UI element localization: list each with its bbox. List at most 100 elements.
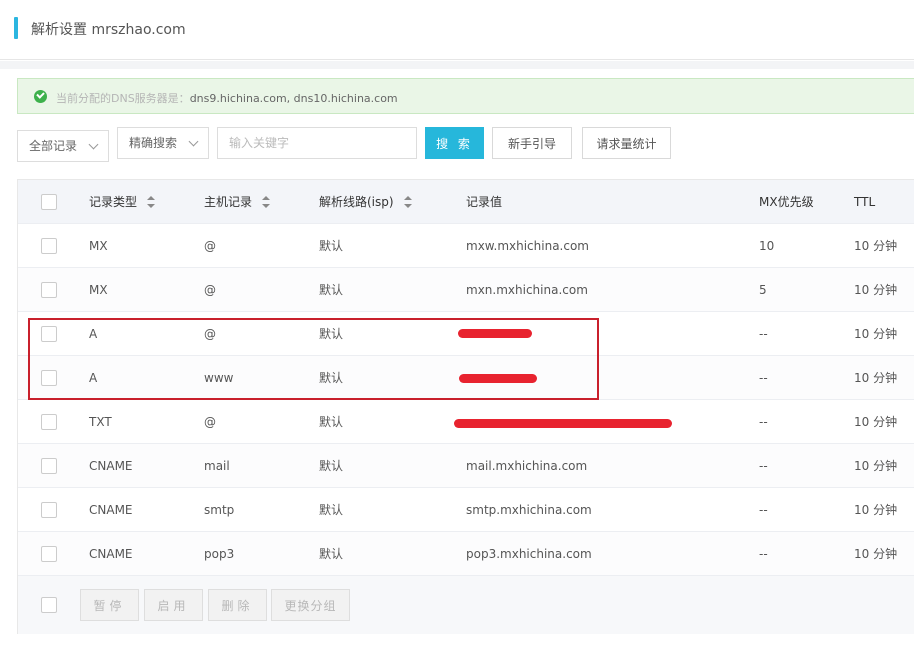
table-row: CNAME smtp 默认 smtp.mxhichina.com -- 10 分… bbox=[18, 488, 914, 532]
resolution-line: 默认 bbox=[319, 371, 344, 385]
ttl-value: 10 分钟 bbox=[854, 503, 898, 517]
redacted-record-value bbox=[459, 374, 537, 383]
enable-button[interactable]: 启用 bbox=[144, 589, 203, 621]
ttl-value: 10 分钟 bbox=[854, 327, 898, 341]
mx-priority: -- bbox=[759, 503, 768, 517]
row-checkbox[interactable] bbox=[41, 238, 57, 254]
keyword-search-input[interactable] bbox=[217, 127, 417, 159]
host-record: pop3 bbox=[204, 547, 235, 561]
column-header-line-label: 解析线路(isp) bbox=[319, 195, 394, 209]
resolution-line: 默认 bbox=[319, 239, 344, 253]
delete-button[interactable]: 删除 bbox=[208, 589, 267, 621]
row-checkbox[interactable] bbox=[41, 502, 57, 518]
record-type: TXT bbox=[89, 415, 112, 429]
ttl-value: 10 分钟 bbox=[854, 547, 898, 561]
host-record: @ bbox=[204, 415, 216, 429]
table-row: TXT @ 默认 -- 10 分钟 bbox=[18, 400, 914, 444]
table-row: MX @ 默认 mxn.mxhichina.com 5 10 分钟 bbox=[18, 268, 914, 312]
column-header-host[interactable]: 主机记录 bbox=[204, 180, 271, 224]
record-value: mxw.mxhichina.com bbox=[466, 239, 589, 253]
column-header-mx: MX优先级 bbox=[759, 195, 814, 209]
check-circle-icon bbox=[34, 90, 47, 103]
ttl-value: 10 分钟 bbox=[854, 283, 898, 297]
page-title: 解析设置 mrszhao.com bbox=[31, 22, 186, 38]
section-divider bbox=[0, 61, 914, 69]
ttl-value: 10 分钟 bbox=[854, 371, 898, 385]
host-record: @ bbox=[204, 283, 216, 297]
table-row: CNAME pop3 默认 pop3.mxhichina.com -- 10 分… bbox=[18, 532, 914, 576]
mx-priority: -- bbox=[759, 327, 768, 341]
footer-select-all-checkbox[interactable] bbox=[41, 597, 57, 613]
table-row: MX @ 默认 mxw.mxhichina.com 10 10 分钟 bbox=[18, 224, 914, 268]
search-mode-label: 精确搜索 bbox=[129, 136, 178, 150]
mx-priority: -- bbox=[759, 459, 768, 473]
notice-label: 当前分配的DNS服务器是： bbox=[56, 92, 190, 105]
resolution-line: 默认 bbox=[319, 283, 344, 297]
chevron-down-icon bbox=[88, 139, 99, 150]
row-checkbox[interactable] bbox=[41, 326, 57, 342]
resolution-line: 默认 bbox=[319, 415, 344, 429]
record-type: CNAME bbox=[89, 459, 133, 473]
record-value: mail.mxhichina.com bbox=[466, 459, 588, 473]
sort-icon[interactable] bbox=[147, 195, 156, 208]
row-checkbox[interactable] bbox=[41, 370, 57, 386]
table-row: CNAME mail 默认 mail.mxhichina.com -- 10 分… bbox=[18, 444, 914, 488]
row-checkbox[interactable] bbox=[41, 546, 57, 562]
record-type: MX bbox=[89, 283, 108, 297]
bulk-actions-bar: 暂停 启用 删除 更换分组 bbox=[18, 576, 914, 634]
ttl-value: 10 分钟 bbox=[854, 239, 898, 253]
change-group-button[interactable]: 更换分组 bbox=[271, 589, 350, 621]
chevron-down-icon bbox=[188, 136, 199, 147]
ttl-value: 10 分钟 bbox=[854, 415, 898, 429]
sort-icon[interactable] bbox=[262, 195, 271, 208]
record-value: mxn.mxhichina.com bbox=[466, 283, 588, 297]
request-stats-button[interactable]: 请求量统计 bbox=[582, 127, 671, 159]
search-mode-dropdown[interactable]: 精确搜索 bbox=[117, 127, 209, 159]
table-row: A www 默认 -- 10 分钟 bbox=[18, 356, 914, 400]
dns-servers: dns9.hichina.com, dns10.hichina.com bbox=[189, 92, 398, 105]
title-accent-bar bbox=[14, 17, 18, 39]
page-header: 解析设置 mrszhao.com bbox=[0, 0, 914, 60]
pause-button[interactable]: 暂停 bbox=[80, 589, 139, 621]
column-header-type-label: 记录类型 bbox=[89, 195, 138, 209]
guide-button[interactable]: 新手引导 bbox=[492, 127, 572, 159]
ttl-value: 10 分钟 bbox=[854, 459, 898, 473]
redacted-record-value bbox=[458, 329, 532, 338]
mx-priority: 5 bbox=[759, 283, 767, 297]
select-all-checkbox[interactable] bbox=[41, 194, 57, 210]
record-filter-dropdown[interactable]: 全部记录 bbox=[17, 130, 109, 162]
column-header-host-label: 主机记录 bbox=[204, 195, 253, 209]
record-type: A bbox=[89, 371, 98, 385]
host-record: smtp bbox=[204, 503, 235, 517]
record-value: pop3.mxhichina.com bbox=[466, 547, 592, 561]
resolution-line: 默认 bbox=[319, 327, 344, 341]
table-row: A @ 默认 -- 10 分钟 bbox=[18, 312, 914, 356]
resolution-line: 默认 bbox=[319, 459, 344, 473]
row-checkbox[interactable] bbox=[41, 282, 57, 298]
resolution-line: 默认 bbox=[319, 503, 344, 517]
mx-priority: 10 bbox=[759, 239, 775, 253]
record-type: MX bbox=[89, 239, 108, 253]
record-type: CNAME bbox=[89, 503, 133, 517]
host-record: @ bbox=[204, 327, 216, 341]
host-record: mail bbox=[204, 459, 230, 473]
resolution-line: 默认 bbox=[319, 547, 344, 561]
record-filter-label: 全部记录 bbox=[29, 139, 78, 153]
notice-text: 当前分配的DNS服务器是：dns9.hichina.com, dns10.hic… bbox=[56, 90, 398, 106]
column-header-type[interactable]: 记录类型 bbox=[89, 180, 156, 224]
column-header-ttl: TTL bbox=[854, 195, 876, 209]
host-record: @ bbox=[204, 239, 216, 253]
row-checkbox[interactable] bbox=[41, 414, 57, 430]
dns-server-notice: 当前分配的DNS服务器是：dns9.hichina.com, dns10.hic… bbox=[17, 78, 914, 114]
column-header-line[interactable]: 解析线路(isp) bbox=[319, 180, 412, 224]
record-type: A bbox=[89, 327, 98, 341]
mx-priority: -- bbox=[759, 371, 768, 385]
mx-priority: -- bbox=[759, 547, 768, 561]
row-checkbox[interactable] bbox=[41, 458, 57, 474]
column-header-value: 记录值 bbox=[466, 195, 503, 209]
dns-records-table: 记录类型 主机记录 解析线路(isp) 记录值 MX优先级 TTL MX @ 默… bbox=[17, 179, 914, 634]
sort-icon[interactable] bbox=[403, 195, 412, 208]
host-record: www bbox=[204, 371, 234, 385]
search-button[interactable]: 搜 索 bbox=[425, 127, 484, 159]
mx-priority: -- bbox=[759, 415, 768, 429]
